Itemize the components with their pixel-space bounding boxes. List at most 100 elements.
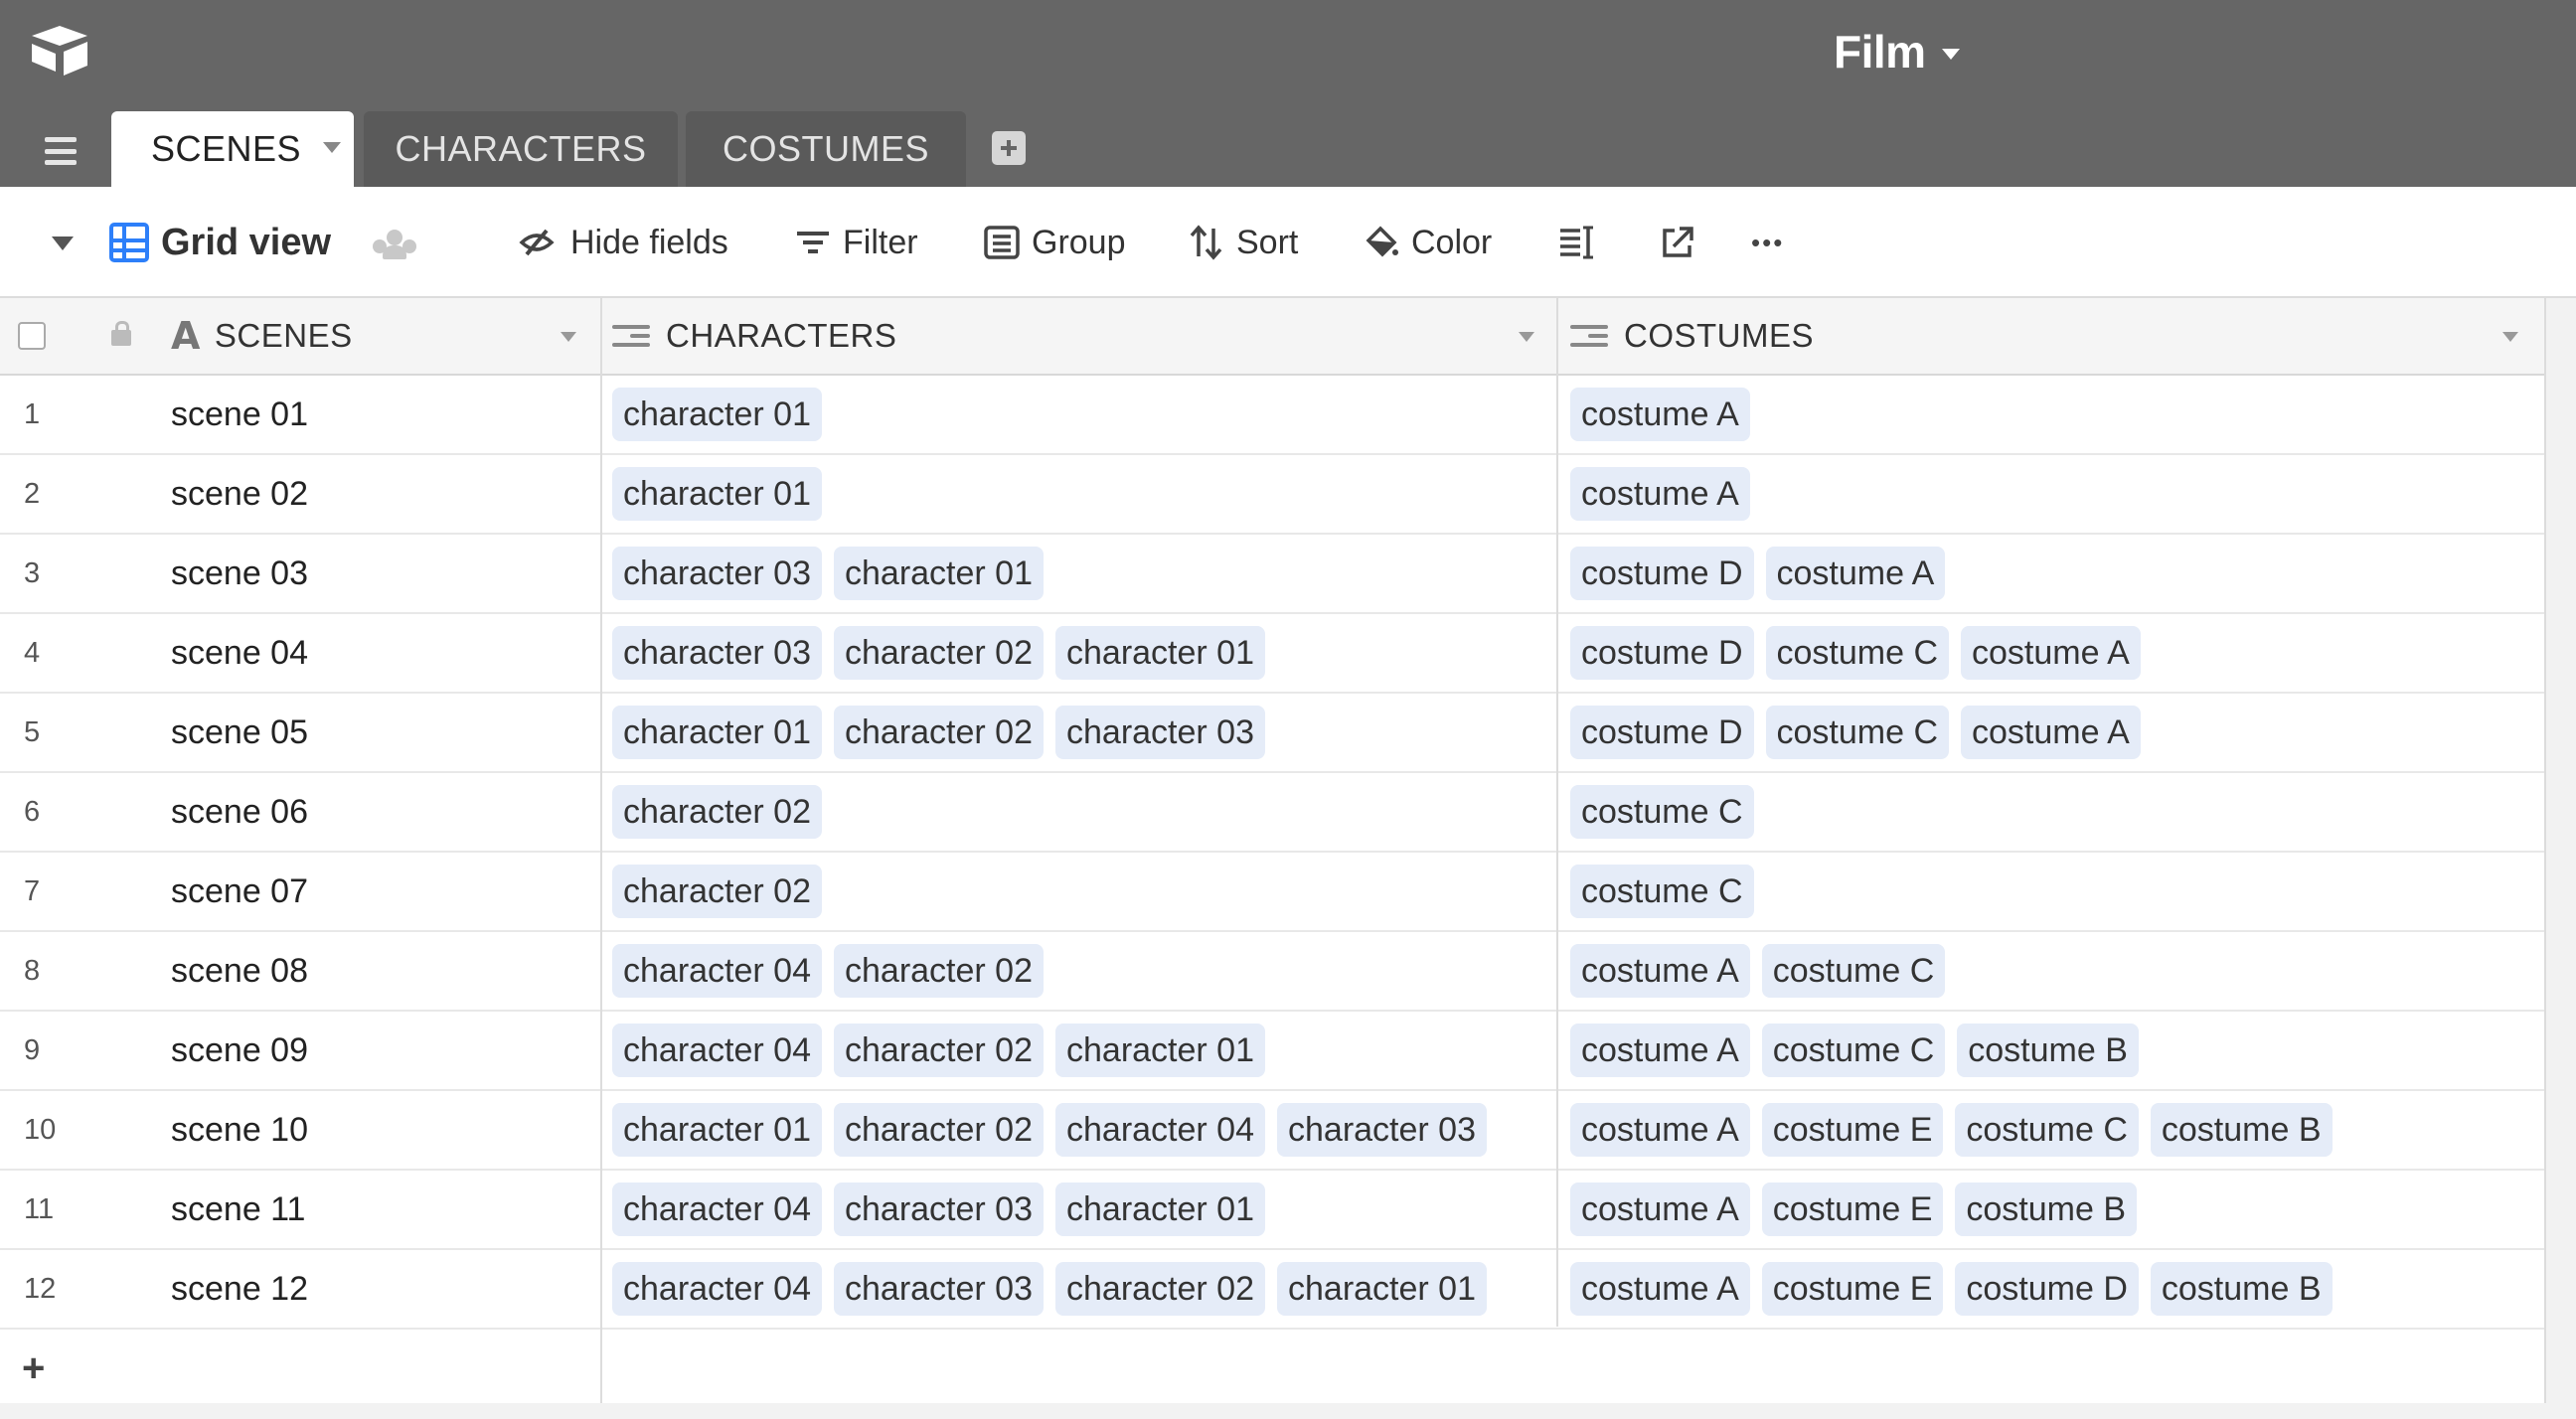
more-options-icon[interactable]: ••• bbox=[1751, 187, 1784, 298]
linked-record-chip[interactable]: costume C bbox=[1765, 706, 1949, 759]
chevron-down-icon[interactable] bbox=[561, 332, 576, 342]
table-row[interactable]: 5 scene 05 character 01 character 02 charact… bbox=[0, 694, 2544, 773]
characters-cell[interactable]: character 02 bbox=[612, 773, 822, 851]
column-header-scenes[interactable]: A SCENES bbox=[171, 298, 353, 374]
linked-record-chip[interactable]: costume A bbox=[1570, 467, 1750, 521]
linked-record-chip[interactable]: character 04 bbox=[1055, 1103, 1265, 1157]
row-height-button[interactable] bbox=[1558, 187, 1594, 298]
costumes-cell[interactable]: costume C bbox=[1570, 853, 1754, 930]
add-row-button[interactable]: + bbox=[0, 1330, 2544, 1409]
characters-cell[interactable]: character 01 bbox=[612, 376, 822, 453]
linked-record-chip[interactable]: costume C bbox=[1761, 1024, 1946, 1077]
costumes-cell[interactable]: costume A bbox=[1570, 455, 1750, 533]
table-row[interactable]: 7 scene 07 character 02 costume C bbox=[0, 853, 2544, 932]
linked-record-chip[interactable]: character 01 bbox=[612, 706, 822, 759]
table-row[interactable]: 4 scene 04 character 03 character 02 charact… bbox=[0, 614, 2544, 694]
characters-cell[interactable]: character 01 bbox=[612, 455, 822, 533]
scene-cell[interactable]: scene 12 bbox=[171, 1250, 308, 1328]
characters-cell[interactable]: character 01 character 02 character 03 bbox=[612, 694, 1265, 771]
linked-record-chip[interactable]: character 02 bbox=[834, 944, 1044, 998]
linked-record-chip[interactable]: costume B bbox=[2150, 1262, 2333, 1316]
scene-cell[interactable]: scene 11 bbox=[171, 1171, 305, 1248]
costumes-cell[interactable]: costume Acostume Ccostume B bbox=[1570, 1012, 2139, 1089]
share-view-button[interactable] bbox=[1660, 187, 1695, 298]
linked-record-chip[interactable]: costume D bbox=[1955, 1262, 2139, 1316]
linked-record-chip[interactable]: character 04 bbox=[612, 1024, 822, 1077]
linked-record-chip[interactable]: character 01 bbox=[612, 1103, 822, 1157]
linked-record-chip[interactable]: character 03 bbox=[1277, 1103, 1487, 1157]
linked-record-chip[interactable]: costume A bbox=[1961, 706, 2141, 759]
scene-cell[interactable]: scene 05 bbox=[171, 694, 308, 771]
linked-record-chip[interactable]: costume B bbox=[1955, 1182, 2137, 1236]
scene-cell[interactable]: scene 10 bbox=[171, 1091, 308, 1169]
characters-cell[interactable]: character 04 character 03 character 02 char… bbox=[612, 1250, 1487, 1328]
hamburger-menu-icon[interactable] bbox=[36, 131, 85, 171]
linked-record-chip[interactable]: character 04 bbox=[612, 1182, 822, 1236]
linked-record-chip[interactable]: character 01 bbox=[1055, 1182, 1265, 1236]
costumes-cell[interactable]: costume Dcostume Ccostume A bbox=[1570, 694, 2141, 771]
scene-cell[interactable]: scene 02 bbox=[171, 455, 308, 533]
chevron-down-icon[interactable] bbox=[1519, 332, 1534, 342]
tab-scenes[interactable]: SCENES bbox=[111, 111, 354, 187]
table-row[interactable]: 11 scene 11 character 04 character 03 charac… bbox=[0, 1171, 2544, 1250]
linked-record-chip[interactable]: costume A bbox=[1570, 944, 1750, 998]
add-table-icon[interactable] bbox=[992, 131, 1026, 165]
linked-record-chip[interactable]: costume E bbox=[1761, 1262, 1944, 1316]
linked-record-chip[interactable]: character 03 bbox=[834, 1182, 1044, 1236]
linked-record-chip[interactable]: costume A bbox=[1570, 388, 1750, 441]
linked-record-chip[interactable]: costume A bbox=[1765, 547, 1946, 600]
costumes-cell[interactable]: costume Dcostume A bbox=[1570, 535, 1946, 612]
linked-record-chip[interactable]: character 02 bbox=[834, 626, 1044, 680]
scene-cell[interactable]: scene 08 bbox=[171, 932, 308, 1010]
scene-cell[interactable]: scene 03 bbox=[171, 535, 308, 612]
scene-cell[interactable]: scene 07 bbox=[171, 853, 308, 930]
costumes-cell[interactable]: costume Acostume C bbox=[1570, 932, 1946, 1010]
chevron-down-icon[interactable] bbox=[2502, 332, 2518, 342]
linked-record-chip[interactable]: costume E bbox=[1761, 1103, 1944, 1157]
linked-record-chip[interactable]: character 02 bbox=[612, 785, 822, 839]
costumes-cell[interactable]: costume C bbox=[1570, 773, 1754, 851]
linked-record-chip[interactable]: character 01 bbox=[1055, 1024, 1265, 1077]
linked-record-chip[interactable]: character 01 bbox=[612, 467, 822, 521]
linked-record-chip[interactable]: costume A bbox=[1961, 626, 2141, 680]
linked-record-chip[interactable]: character 01 bbox=[834, 547, 1044, 600]
scene-cell[interactable]: scene 04 bbox=[171, 614, 308, 692]
linked-record-chip[interactable]: costume B bbox=[2150, 1103, 2333, 1157]
linked-record-chip[interactable]: costume C bbox=[1570, 785, 1754, 839]
table-row[interactable]: 3 scene 03 character 03 character 01 costume… bbox=[0, 535, 2544, 614]
linked-record-chip[interactable]: character 02 bbox=[834, 1103, 1044, 1157]
filter-button[interactable]: Filter bbox=[795, 187, 918, 298]
sort-button[interactable]: Sort bbox=[1189, 187, 1298, 298]
characters-cell[interactable]: character 04 character 02 character 01 bbox=[612, 1012, 1265, 1089]
linked-record-chip[interactable]: costume A bbox=[1570, 1024, 1750, 1077]
view-switcher[interactable]: Grid view bbox=[109, 187, 417, 298]
linked-record-chip[interactable]: costume C bbox=[1955, 1103, 2139, 1157]
linked-record-chip[interactable]: character 02 bbox=[834, 706, 1044, 759]
linked-record-chip[interactable]: character 03 bbox=[1055, 706, 1265, 759]
linked-record-chip[interactable]: costume C bbox=[1761, 944, 1946, 998]
linked-record-chip[interactable]: character 03 bbox=[612, 626, 822, 680]
chevron-down-icon[interactable] bbox=[323, 141, 342, 153]
costumes-cell[interactable]: costume Acostume Ecostume B bbox=[1570, 1171, 2137, 1248]
linked-record-chip[interactable]: costume C bbox=[1765, 626, 1949, 680]
table-row[interactable]: 2 scene 02 character 01 costume A bbox=[0, 455, 2544, 535]
costumes-cell[interactable]: costume Acostume Ecostume Dcostume B bbox=[1570, 1250, 2333, 1328]
table-row[interactable]: 1 scene 01 character 01 costume A bbox=[0, 376, 2544, 455]
scene-cell[interactable]: scene 06 bbox=[171, 773, 308, 851]
linked-record-chip[interactable]: costume D bbox=[1570, 626, 1754, 680]
characters-cell[interactable]: character 01 character 02 character 04 char… bbox=[612, 1091, 1487, 1169]
hide-fields-button[interactable]: Hide fields bbox=[515, 187, 728, 298]
characters-cell[interactable]: character 03 character 02 character 01 bbox=[612, 614, 1265, 692]
linked-record-chip[interactable]: costume D bbox=[1570, 706, 1754, 759]
linked-record-chip[interactable]: character 01 bbox=[1055, 626, 1265, 680]
linked-record-chip[interactable]: character 04 bbox=[612, 1262, 822, 1316]
linked-record-chip[interactable]: character 03 bbox=[834, 1262, 1044, 1316]
linked-record-chip[interactable]: costume A bbox=[1570, 1262, 1750, 1316]
linked-record-chip[interactable]: character 01 bbox=[612, 388, 822, 441]
table-row[interactable]: 6 scene 06 character 02 costume C bbox=[0, 773, 2544, 853]
table-row[interactable]: 10 scene 10 character 01 character 02 charac… bbox=[0, 1091, 2544, 1171]
linked-record-chip[interactable]: character 02 bbox=[834, 1024, 1044, 1077]
characters-cell[interactable]: character 03 character 01 bbox=[612, 535, 1044, 612]
select-all-checkbox[interactable] bbox=[18, 322, 46, 350]
costumes-cell[interactable]: costume Acostume Ecostume Ccostume B bbox=[1570, 1091, 2333, 1169]
